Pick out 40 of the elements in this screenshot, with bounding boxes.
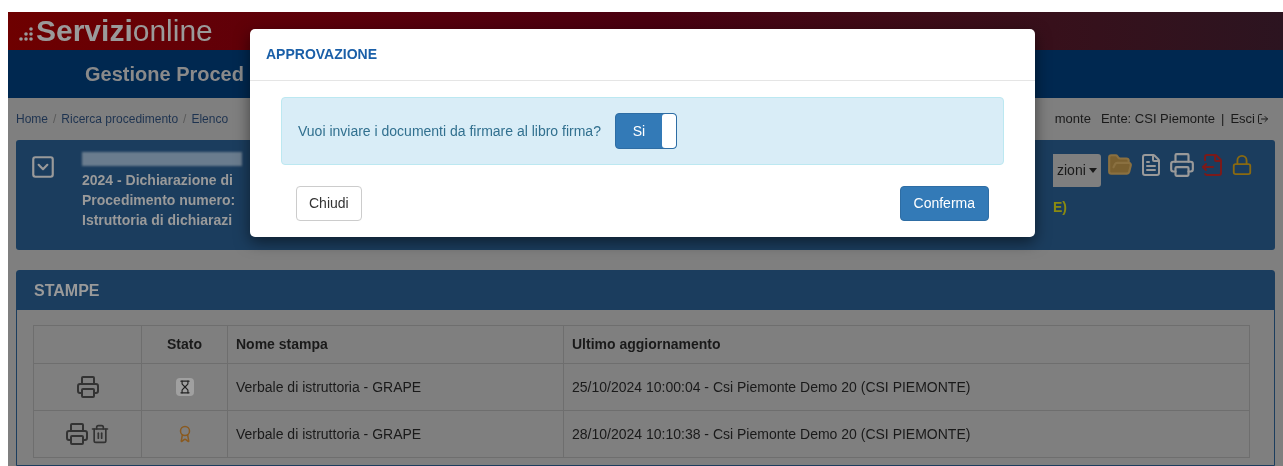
- ente-label: Ente: CSI Piemonte: [1100, 110, 1216, 129]
- lock-icon[interactable]: [1230, 152, 1253, 178]
- question-text: Vuoi inviare i documenti da firmare al libro firma?: [298, 121, 601, 141]
- column-header: Ultimo aggiornamento: [572, 336, 721, 352]
- table-cell: Verbale di istruttoria - GRAPE: [236, 378, 422, 395]
- breadcrumb-separator: /: [53, 111, 57, 128]
- dialog-title: APPROVAZIONE: [266, 45, 377, 64]
- column-header: Stato: [167, 336, 202, 352]
- dots-logo-icon: [18, 27, 34, 41]
- confirm-button[interactable]: Conferma: [899, 186, 989, 221]
- app-title: Gestione Proced: [85, 62, 244, 87]
- actions-dropdown[interactable]: zioni: [1053, 154, 1101, 187]
- panel-title: STAMPE: [34, 280, 100, 301]
- hourglass-icon: [175, 378, 194, 396]
- collapse-icon[interactable]: [30, 154, 56, 180]
- procedure-info-line: 2024 - Dichiarazione di: [82, 171, 233, 190]
- breadcrumb-link[interactable]: Elenco: [191, 110, 229, 128]
- procedure-info-line: Procedimento numero:: [82, 191, 236, 210]
- printer-icon[interactable]: [65, 422, 89, 446]
- column-header: Nome stampa: [236, 336, 328, 352]
- separator-text: |: [1221, 110, 1225, 129]
- breadcrumb-link[interactable]: Ricerca procedimento: [61, 110, 179, 128]
- table-cell: 28/10/2024 10:10:38 - Csi Piemonte Demo 20 (CSI PIEMONTE): [572, 425, 971, 442]
- logout-icon: [1257, 113, 1269, 125]
- user-name: monte: [1054, 110, 1091, 129]
- logout-link[interactable]: Esci: [1230, 109, 1269, 129]
- status-text: E): [1053, 198, 1068, 217]
- toggle-switch[interactable]: Si: [614, 113, 677, 149]
- folder-icon[interactable]: [1106, 152, 1133, 178]
- breadcrumb-link[interactable]: Home: [16, 110, 48, 128]
- table-cell: Verbale di istruttoria - GRAPE: [236, 425, 422, 442]
- printer-icon[interactable]: [75, 375, 100, 399]
- table-cell: 25/10/2024 10:00:04 - Csi Piemonte Demo 20 (CSI PIEMONTE): [572, 378, 971, 395]
- caret-icon: [1088, 168, 1097, 173]
- printer-icon[interactable]: [1168, 152, 1195, 178]
- breadcrumb-separator: /: [183, 111, 187, 128]
- close-button[interactable]: Chiudi: [296, 186, 362, 221]
- trash-icon[interactable]: [90, 422, 110, 446]
- procedure-info-line: Istruttoria di dichiarazi: [82, 211, 233, 230]
- logo-text: Servizionline: [36, 16, 213, 46]
